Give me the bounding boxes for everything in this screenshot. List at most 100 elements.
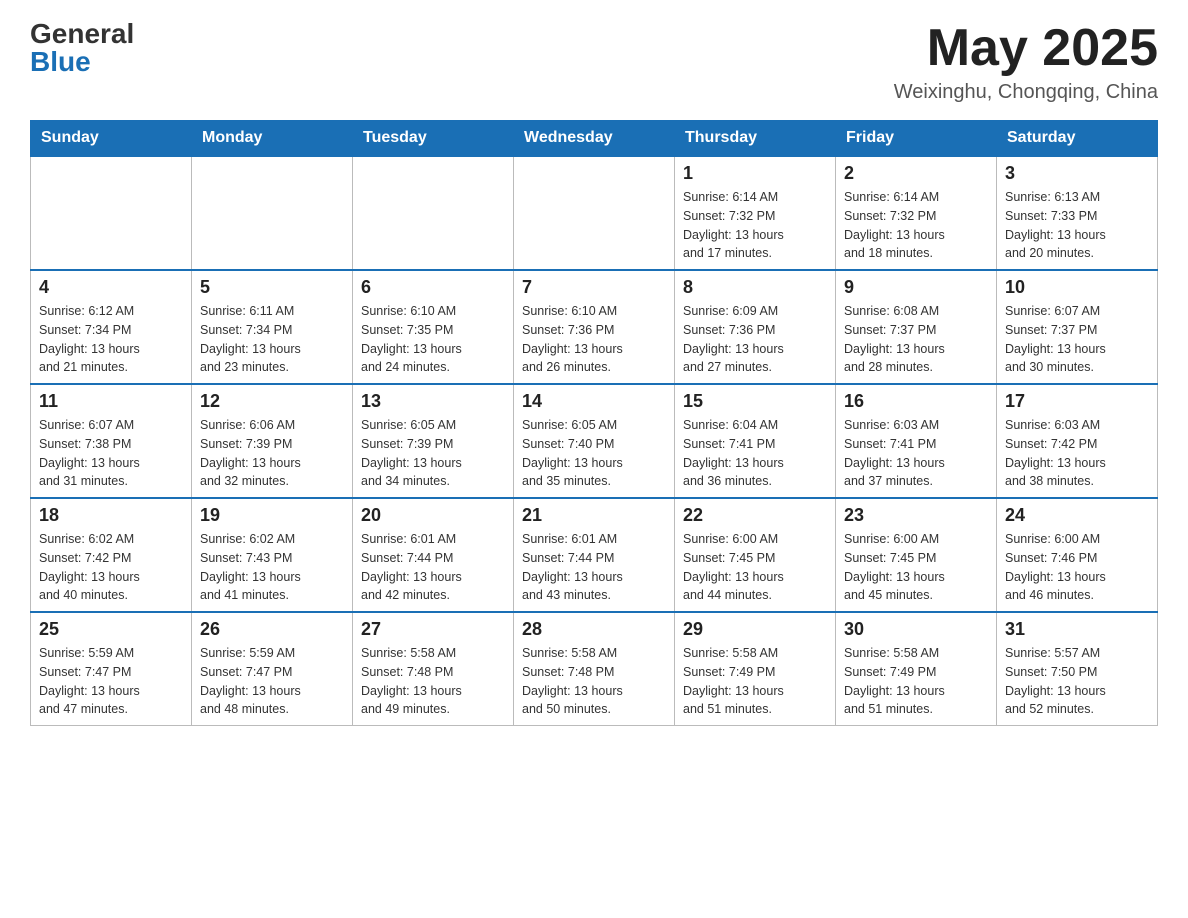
day-sun-info: Sunrise: 5:58 AM Sunset: 7:49 PM Dayligh… — [844, 644, 988, 719]
day-number: 13 — [361, 391, 505, 412]
week-row-2: 4 Sunrise: 6:12 AM Sunset: 7:34 PM Daylig… — [31, 270, 1158, 384]
day-sun-info: Sunrise: 6:10 AM Sunset: 7:36 PM Dayligh… — [522, 302, 666, 377]
weekday-header-friday: Friday — [836, 121, 997, 157]
day-sun-info: Sunrise: 6:04 AM Sunset: 7:41 PM Dayligh… — [683, 416, 827, 491]
weekday-header-monday: Monday — [192, 121, 353, 157]
calendar-cell: 26Sunrise: 5:59 AM Sunset: 7:47 PM Dayli… — [192, 612, 353, 726]
calendar-header-row: SundayMondayTuesdayWednesdayThursdayFrid… — [31, 121, 1158, 157]
day-sun-info: Sunrise: 5:59 AM Sunset: 7:47 PM Dayligh… — [200, 644, 344, 719]
calendar-cell: 5 Sunrise: 6:11 AM Sunset: 7:34 PM Daylig… — [192, 270, 353, 384]
calendar-cell: 11Sunrise: 6:07 AM Sunset: 7:38 PM Dayli… — [31, 384, 192, 498]
calendar-cell: 8 Sunrise: 6:09 AM Sunset: 7:36 PM Daylig… — [675, 270, 836, 384]
day-sun-info: Sunrise: 6:01 AM Sunset: 7:44 PM Dayligh… — [522, 530, 666, 605]
calendar-cell: 24 Sunrise: 6:00 AM Sunset: 7:46 PM Dayli… — [997, 498, 1158, 612]
day-sun-info: Sunrise: 6:00 AM Sunset: 7:45 PM Dayligh… — [844, 530, 988, 605]
day-sun-info: Sunrise: 6:14 AM Sunset: 7:32 PM Dayligh… — [844, 188, 988, 263]
day-sun-info: Sunrise: 5:58 AM Sunset: 7:48 PM Dayligh… — [522, 644, 666, 719]
calendar-cell: 28 Sunrise: 5:58 AM Sunset: 7:48 PM Dayli… — [514, 612, 675, 726]
weekday-header-tuesday: Tuesday — [353, 121, 514, 157]
day-sun-info: Sunrise: 6:10 AM Sunset: 7:35 PM Dayligh… — [361, 302, 505, 377]
calendar-cell: 19 Sunrise: 6:02 AM Sunset: 7:43 PM Dayli… — [192, 498, 353, 612]
day-sun-info: Sunrise: 6:13 AM Sunset: 7:33 PM Dayligh… — [1005, 188, 1149, 263]
day-number: 25 — [39, 619, 183, 640]
day-sun-info: Sunrise: 6:14 AM Sunset: 7:32 PM Dayligh… — [683, 188, 827, 263]
day-number: 8 — [683, 277, 827, 298]
day-sun-info: Sunrise: 5:58 AM Sunset: 7:49 PM Dayligh… — [683, 644, 827, 719]
day-sun-info: Sunrise: 6:02 AM Sunset: 7:42 PM Dayligh… — [39, 530, 183, 605]
weekday-header-sunday: Sunday — [31, 121, 192, 157]
calendar-cell: 16Sunrise: 6:03 AM Sunset: 7:41 PM Dayli… — [836, 384, 997, 498]
calendar-cell: 17 Sunrise: 6:03 AM Sunset: 7:42 PM Dayli… — [997, 384, 1158, 498]
calendar-cell: 23 Sunrise: 6:00 AM Sunset: 7:45 PM Dayli… — [836, 498, 997, 612]
day-number: 20 — [361, 505, 505, 526]
day-number: 30 — [844, 619, 988, 640]
day-sun-info: Sunrise: 6:00 AM Sunset: 7:46 PM Dayligh… — [1005, 530, 1149, 605]
month-year-title: May 2025 — [894, 20, 1158, 77]
page-header: General Blue May 2025 Weixinghu, Chongqi… — [30, 20, 1158, 104]
week-row-1: 1Sunrise: 6:14 AM Sunset: 7:32 PM Daylig… — [31, 156, 1158, 270]
calendar-cell: 29 Sunrise: 5:58 AM Sunset: 7:49 PM Dayli… — [675, 612, 836, 726]
calendar-table: SundayMondayTuesdayWednesdayThursdayFrid… — [30, 120, 1158, 726]
day-number: 17 — [1005, 391, 1149, 412]
day-sun-info: Sunrise: 6:02 AM Sunset: 7:43 PM Dayligh… — [200, 530, 344, 605]
day-number: 28 — [522, 619, 666, 640]
day-sun-info: Sunrise: 6:05 AM Sunset: 7:39 PM Dayligh… — [361, 416, 505, 491]
calendar-cell: 1Sunrise: 6:14 AM Sunset: 7:32 PM Daylig… — [675, 156, 836, 270]
day-number: 5 — [200, 277, 344, 298]
day-sun-info: Sunrise: 6:09 AM Sunset: 7:36 PM Dayligh… — [683, 302, 827, 377]
day-number: 29 — [683, 619, 827, 640]
day-number: 6 — [361, 277, 505, 298]
day-number: 23 — [844, 505, 988, 526]
calendar-cell: 22 Sunrise: 6:00 AM Sunset: 7:45 PM Dayli… — [675, 498, 836, 612]
weekday-header-wednesday: Wednesday — [514, 121, 675, 157]
week-row-4: 18 Sunrise: 6:02 AM Sunset: 7:42 PM Dayli… — [31, 498, 1158, 612]
calendar-cell: 20Sunrise: 6:01 AM Sunset: 7:44 PM Dayli… — [353, 498, 514, 612]
day-number: 3 — [1005, 163, 1149, 184]
day-number: 18 — [39, 505, 183, 526]
calendar-cell: 21 Sunrise: 6:01 AM Sunset: 7:44 PM Dayli… — [514, 498, 675, 612]
day-number: 2 — [844, 163, 988, 184]
logo-general-text: General — [30, 20, 134, 48]
calendar-cell: 13 Sunrise: 6:05 AM Sunset: 7:39 PM Dayli… — [353, 384, 514, 498]
day-sun-info: Sunrise: 6:12 AM Sunset: 7:34 PM Dayligh… — [39, 302, 183, 377]
day-sun-info: Sunrise: 6:07 AM Sunset: 7:38 PM Dayligh… — [39, 416, 183, 491]
weekday-header-thursday: Thursday — [675, 121, 836, 157]
day-sun-info: Sunrise: 6:06 AM Sunset: 7:39 PM Dayligh… — [200, 416, 344, 491]
day-number: 14 — [522, 391, 666, 412]
weekday-header-saturday: Saturday — [997, 121, 1158, 157]
logo: General Blue — [30, 20, 134, 76]
calendar-cell: 9 Sunrise: 6:08 AM Sunset: 7:37 PM Daylig… — [836, 270, 997, 384]
day-number: 31 — [1005, 619, 1149, 640]
calendar-cell: 12Sunrise: 6:06 AM Sunset: 7:39 PM Dayli… — [192, 384, 353, 498]
day-number: 9 — [844, 277, 988, 298]
day-number: 24 — [1005, 505, 1149, 526]
calendar-cell: 18 Sunrise: 6:02 AM Sunset: 7:42 PM Dayli… — [31, 498, 192, 612]
calendar-cell: 14 Sunrise: 6:05 AM Sunset: 7:40 PM Dayli… — [514, 384, 675, 498]
day-number: 10 — [1005, 277, 1149, 298]
day-number: 7 — [522, 277, 666, 298]
day-sun-info: Sunrise: 5:59 AM Sunset: 7:47 PM Dayligh… — [39, 644, 183, 719]
day-sun-info: Sunrise: 6:05 AM Sunset: 7:40 PM Dayligh… — [522, 416, 666, 491]
calendar-cell: 27 Sunrise: 5:58 AM Sunset: 7:48 PM Dayli… — [353, 612, 514, 726]
calendar-cell: 10 Sunrise: 6:07 AM Sunset: 7:37 PM Dayli… — [997, 270, 1158, 384]
title-block: May 2025 Weixinghu, Chongqing, China — [894, 20, 1158, 104]
day-sun-info: Sunrise: 6:11 AM Sunset: 7:34 PM Dayligh… — [200, 302, 344, 377]
day-sun-info: Sunrise: 6:07 AM Sunset: 7:37 PM Dayligh… — [1005, 302, 1149, 377]
calendar-cell: 7 Sunrise: 6:10 AM Sunset: 7:36 PM Daylig… — [514, 270, 675, 384]
calendar-cell: 15Sunrise: 6:04 AM Sunset: 7:41 PM Dayli… — [675, 384, 836, 498]
calendar-cell — [514, 156, 675, 270]
day-sun-info: Sunrise: 5:57 AM Sunset: 7:50 PM Dayligh… — [1005, 644, 1149, 719]
day-sun-info: Sunrise: 6:03 AM Sunset: 7:41 PM Dayligh… — [844, 416, 988, 491]
day-number: 21 — [522, 505, 666, 526]
calendar-cell — [192, 156, 353, 270]
logo-blue-text: Blue — [30, 48, 91, 76]
day-number: 27 — [361, 619, 505, 640]
day-number: 4 — [39, 277, 183, 298]
day-sun-info: Sunrise: 6:08 AM Sunset: 7:37 PM Dayligh… — [844, 302, 988, 377]
day-number: 19 — [200, 505, 344, 526]
day-sun-info: Sunrise: 6:03 AM Sunset: 7:42 PM Dayligh… — [1005, 416, 1149, 491]
day-sun-info: Sunrise: 6:00 AM Sunset: 7:45 PM Dayligh… — [683, 530, 827, 605]
day-number: 22 — [683, 505, 827, 526]
calendar-cell — [353, 156, 514, 270]
day-sun-info: Sunrise: 5:58 AM Sunset: 7:48 PM Dayligh… — [361, 644, 505, 719]
